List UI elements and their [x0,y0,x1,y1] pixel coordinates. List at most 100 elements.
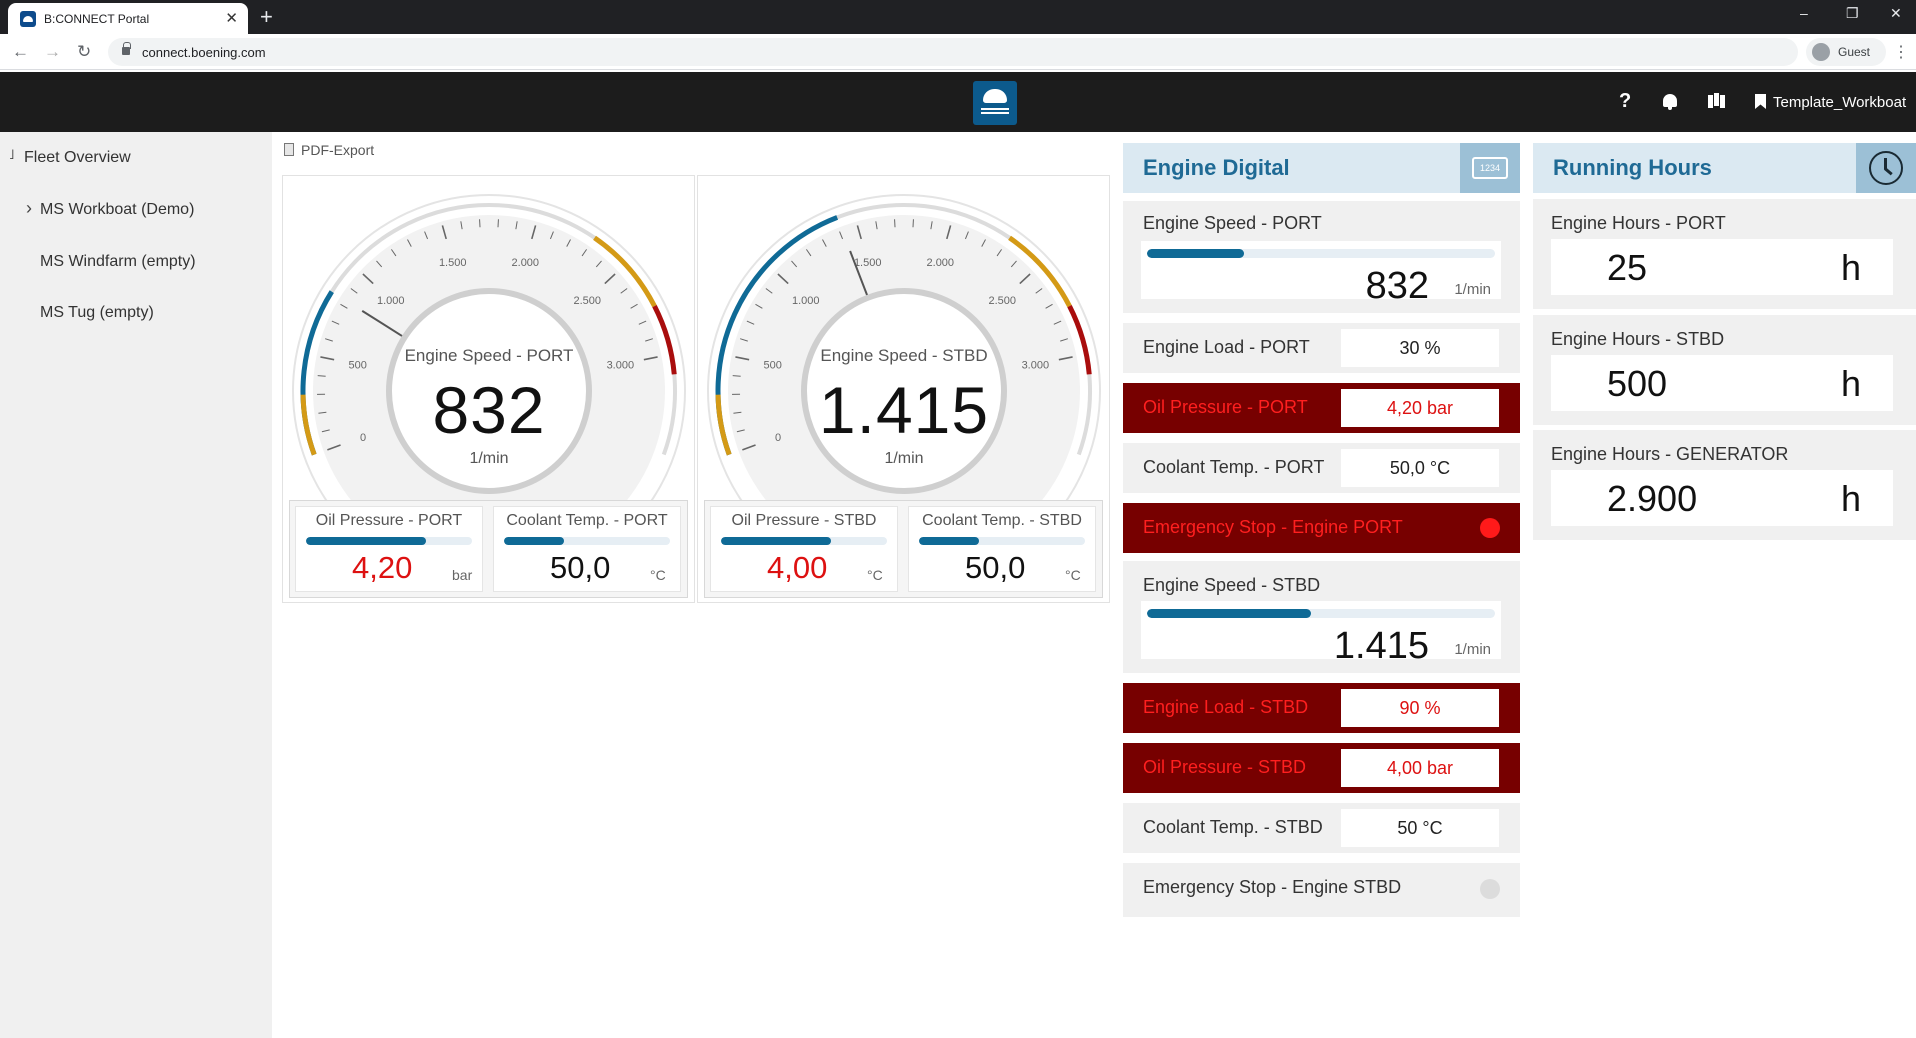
subvalue-unit: °C [1065,567,1081,583]
sidebar-item-fleet-overview[interactable]: Fleet Overview [24,149,131,167]
app-header: ? Template_Workboat [0,72,1916,132]
engine-speed-port-row: Engine Speed - PORT 832 1/min [1123,201,1520,313]
panel-title: Engine Digital [1143,155,1290,180]
address-bar[interactable]: connect.boening.com [108,38,1798,66]
hours-unit: h [1840,247,1861,288]
oil-pressure-stbd-card: Oil Pressure - STBD 4,00 °C [710,506,898,592]
panel-icon-box[interactable] [1856,143,1916,193]
lock-icon [122,42,131,55]
oil-pressure-port-row: Oil Pressure - PORT 4,20 bar [1123,383,1520,433]
row-label: Emergency Stop - Engine PORT [1143,517,1403,537]
gauge-subvalues-stbd: Oil Pressure - STBD 4,00 °C Coolant Temp… [704,500,1103,598]
bookmark-icon[interactable] [1755,94,1766,109]
profile-label: Guest [1838,45,1871,59]
engine-load-port-row: Engine Load - PORT 30 % [1123,323,1520,373]
speed-value-box: 1.415 1/min [1141,601,1501,667]
restore-window-icon[interactable]: ❐ [1846,5,1859,22]
panel-icon-box[interactable]: 1234 [1460,143,1520,193]
row-label: Engine Load - PORT [1143,337,1310,357]
oil-pressure-stbd-row: Oil Pressure - STBD 4,00 bar [1123,743,1520,793]
close-tab-icon[interactable]: ✕ [225,9,238,27]
help-icon[interactable]: ? [1619,90,1631,113]
oil-pressure-port-card: Oil Pressure - PORT 4,20 bar [295,506,483,592]
sidebar-item-ms-windfarm[interactable]: MS Windfarm (empty) [40,253,196,271]
waves-icon [981,108,1009,114]
gauge-tick-label: 0 [360,432,366,444]
browser-menu-icon[interactable]: ⋮ [1893,42,1909,62]
subvalue-title: Coolant Temp. - PORT [506,512,668,529]
forward-arrow-icon[interactable]: → [44,42,61,62]
sidebar-item-ms-tug[interactable]: MS Tug (empty) [40,304,154,322]
minimize-window-icon[interactable]: – [1800,5,1808,21]
speed-value: 832 [1365,265,1429,307]
gauge-tick-label: 2.000 [512,257,540,269]
browser-tab[interactable]: B:CONNECT Portal ✕ [8,3,248,34]
speed-bar [1147,249,1495,258]
gauge-tick-label: 3.000 [1022,359,1050,371]
row-value: 4,00 bar [1341,749,1499,787]
gauge-value: 1.415 [818,373,990,447]
gauge-tick [732,375,741,377]
clock-icon [1869,151,1903,185]
hours-unit: h [1840,478,1861,519]
coolant-temp-stbd-card: Coolant Temp. - STBD 50,0 °C [908,506,1096,592]
engine-hours-port-row: Engine Hours - PORT 25 h [1533,199,1916,309]
subvalue-unit: °C [867,567,883,583]
back-arrow-icon[interactable]: ← [12,42,29,62]
profile-avatar-icon [1812,43,1830,61]
speed-unit: 1/min [1454,281,1491,298]
row-label: Engine Speed - STBD [1143,575,1321,595]
row-label: Engine Hours - PORT [1551,213,1726,233]
engine-digital-panel: Engine Digital 1234 Engine Speed - PORT … [1123,143,1520,923]
gauge-title: Engine Speed - STBD [820,346,988,365]
url-text[interactable]: connect.boening.com [142,45,266,60]
row-label: Oil Pressure - STBD [1143,757,1307,777]
emergency-stop-port-indicator-icon [1480,518,1500,538]
reload-icon[interactable]: ↻ [77,42,91,62]
pdf-export-label: PDF-Export [301,142,375,158]
emergency-stop-stbd-row: Emergency Stop - Engine STBD [1123,863,1520,917]
bconnect-logo[interactable] [973,81,1017,125]
collapse-marker-icon[interactable]: ˩ [9,146,14,162]
subvalue-unit: bar [452,567,473,583]
engine-hours-stbd-row: Engine Hours - STBD 500 h [1533,315,1916,425]
speed-bar [1147,609,1495,618]
row-value: 50 °C [1341,809,1499,847]
browser-tab-strip: B:CONNECT Portal ✕ + – ❐ ✕ [0,0,1916,34]
gauge-tick-label: 1.000 [377,295,405,307]
row-label: Engine Load - STBD [1143,697,1309,717]
emergency-stop-stbd-indicator-icon [1480,879,1500,899]
gauge-tick-label: 2.000 [927,257,955,269]
gauge-title: Engine Speed - PORT [404,346,574,365]
digital-counter-icon: 1234 [1472,157,1508,179]
profile-button[interactable]: Guest [1806,38,1886,66]
engine-hours-generator-row: Engine Hours - GENERATOR 2.900 h [1533,430,1916,540]
chevron-right-icon[interactable]: › [26,198,32,219]
running-hours-header: Running Hours [1533,143,1916,193]
coolant-temp-stbd-row: Coolant Temp. - STBD 50 °C [1123,803,1520,853]
hours-value: 25 [1607,247,1648,288]
coolant-temp-port-card: Coolant Temp. - PORT 50,0 °C [493,506,681,592]
gauge-tick [317,375,326,377]
running-hours-panel: Running Hours Engine Hours - PORT 25 h E… [1533,143,1916,540]
template-selector[interactable]: Template_Workboat [1773,94,1906,111]
engine-load-stbd-row: Engine Load - STBD 90 % [1123,683,1520,733]
subvalue-unit: °C [650,567,666,583]
gauge-tick-label: 0 [775,432,781,444]
document-icon [284,143,294,156]
hours-value-box: 2.900 h [1551,470,1893,526]
subvalue-bar [919,537,1085,545]
subvalue-bar [504,537,670,545]
engine-digital-header: Engine Digital 1234 [1123,143,1520,193]
row-label: Engine Hours - STBD [1551,329,1725,349]
subvalue-value: 4,00 [767,550,828,585]
new-tab-button[interactable]: + [260,4,273,30]
hours-value-box: 25 h [1551,239,1893,295]
gauge-tick-label: 2.500 [988,295,1016,307]
notification-bell-icon[interactable] [1663,94,1677,110]
map-icon[interactable] [1708,93,1726,109]
close-window-icon[interactable]: ✕ [1890,5,1902,22]
sidebar-item-ms-workboat[interactable]: MS Workboat (Demo) [40,201,194,219]
hours-value-box: 500 h [1551,355,1893,411]
subvalue-value: 50,0 [550,550,611,585]
